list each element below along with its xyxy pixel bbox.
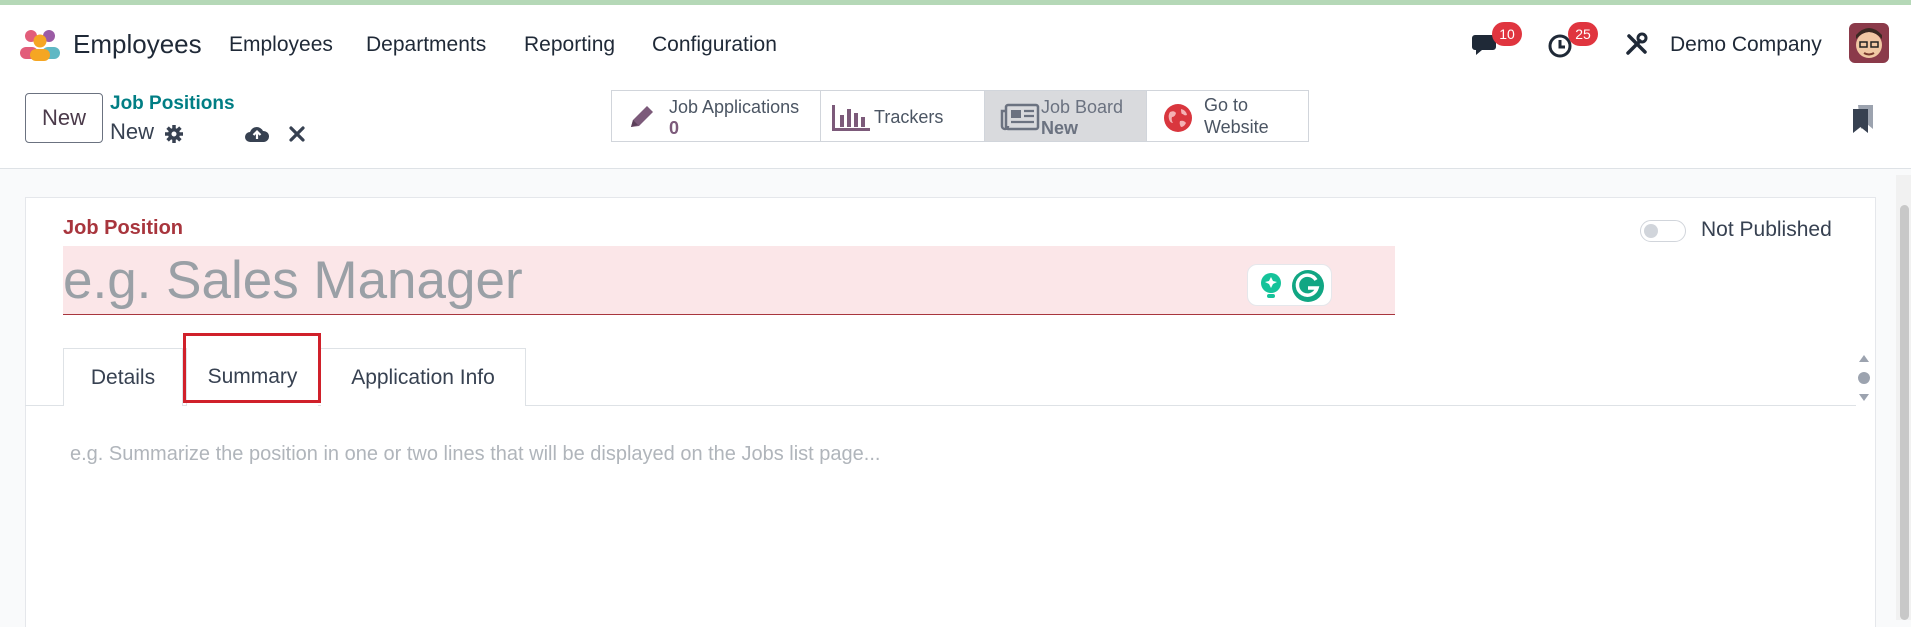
- breadcrumb-job-positions[interactable]: Job Positions: [110, 93, 235, 115]
- publish-toggle[interactable]: [1640, 220, 1686, 242]
- job-applications-label: Job Applications: [669, 97, 800, 117]
- activities-badge: 25: [1568, 22, 1598, 46]
- menu-configuration[interactable]: Configuration: [652, 33, 777, 57]
- save-cloud-icon[interactable]: [244, 123, 270, 145]
- new-record-button[interactable]: New: [25, 93, 103, 143]
- main-navbar: Employees Employees Departments Reportin…: [0, 5, 1911, 81]
- user-avatar[interactable]: [1849, 23, 1889, 63]
- pencil-icon: [631, 106, 653, 127]
- publish-status-label: Not Published: [1701, 218, 1832, 241]
- publish-toggle-knob: [1644, 224, 1658, 238]
- menu-employees[interactable]: Employees: [229, 33, 333, 57]
- bar-chart-icon: [832, 105, 870, 131]
- menu-departments[interactable]: Departments: [366, 33, 486, 57]
- lightbulb-icon[interactable]: [1258, 272, 1284, 300]
- tab-details[interactable]: Details: [63, 348, 183, 406]
- company-switcher[interactable]: Demo Company: [1670, 33, 1822, 57]
- employees-app-icon[interactable]: [18, 27, 62, 61]
- trackers-smart-button[interactable]: Trackers: [820, 90, 985, 142]
- avatar-face-icon: [1849, 23, 1889, 63]
- newspaper-icon: [1000, 103, 1040, 131]
- job-board-smart-button[interactable]: Job Board New: [984, 90, 1147, 142]
- job-position-label: Job Position: [63, 217, 183, 239]
- page-scrollbar-thumb[interactable]: [1900, 205, 1909, 620]
- job-applications-count: 0: [669, 118, 680, 138]
- menu-reporting[interactable]: Reporting: [524, 33, 615, 57]
- go-to-website-smart-button[interactable]: Go to Website: [1146, 90, 1309, 142]
- grammarly-widget[interactable]: [1247, 264, 1332, 306]
- breadcrumb-current: New: [110, 119, 155, 144]
- tools-icon[interactable]: [1624, 31, 1650, 57]
- job-board-label: Job Board: [1041, 97, 1124, 117]
- job-applications-smart-button[interactable]: Job Applications 0: [611, 90, 821, 142]
- website-label: Website: [1204, 117, 1269, 137]
- messages-badge: 10: [1492, 22, 1522, 46]
- control-panel: New Job Positions New Job Applications 0…: [0, 81, 1911, 169]
- tab-application-info[interactable]: Application Info: [321, 348, 526, 406]
- summary-placeholder[interactable]: e.g. Summarize the position in one or tw…: [70, 443, 880, 466]
- app-name[interactable]: Employees: [73, 29, 202, 60]
- bookmark-icon[interactable]: [1853, 105, 1873, 133]
- scroll-arrows-icon[interactable]: [1857, 352, 1871, 404]
- discard-close-icon[interactable]: [289, 126, 305, 142]
- gear-icon[interactable]: [164, 124, 184, 144]
- summary-tab-highlight-box: [183, 333, 321, 403]
- go-to-label: Go to: [1204, 95, 1249, 115]
- job-position-name-input[interactable]: [63, 246, 1395, 315]
- grammarly-g-icon[interactable]: [1291, 269, 1325, 303]
- trackers-label: Trackers: [874, 107, 944, 127]
- job-board-status: New: [1041, 118, 1079, 138]
- globe-icon: [1164, 104, 1192, 132]
